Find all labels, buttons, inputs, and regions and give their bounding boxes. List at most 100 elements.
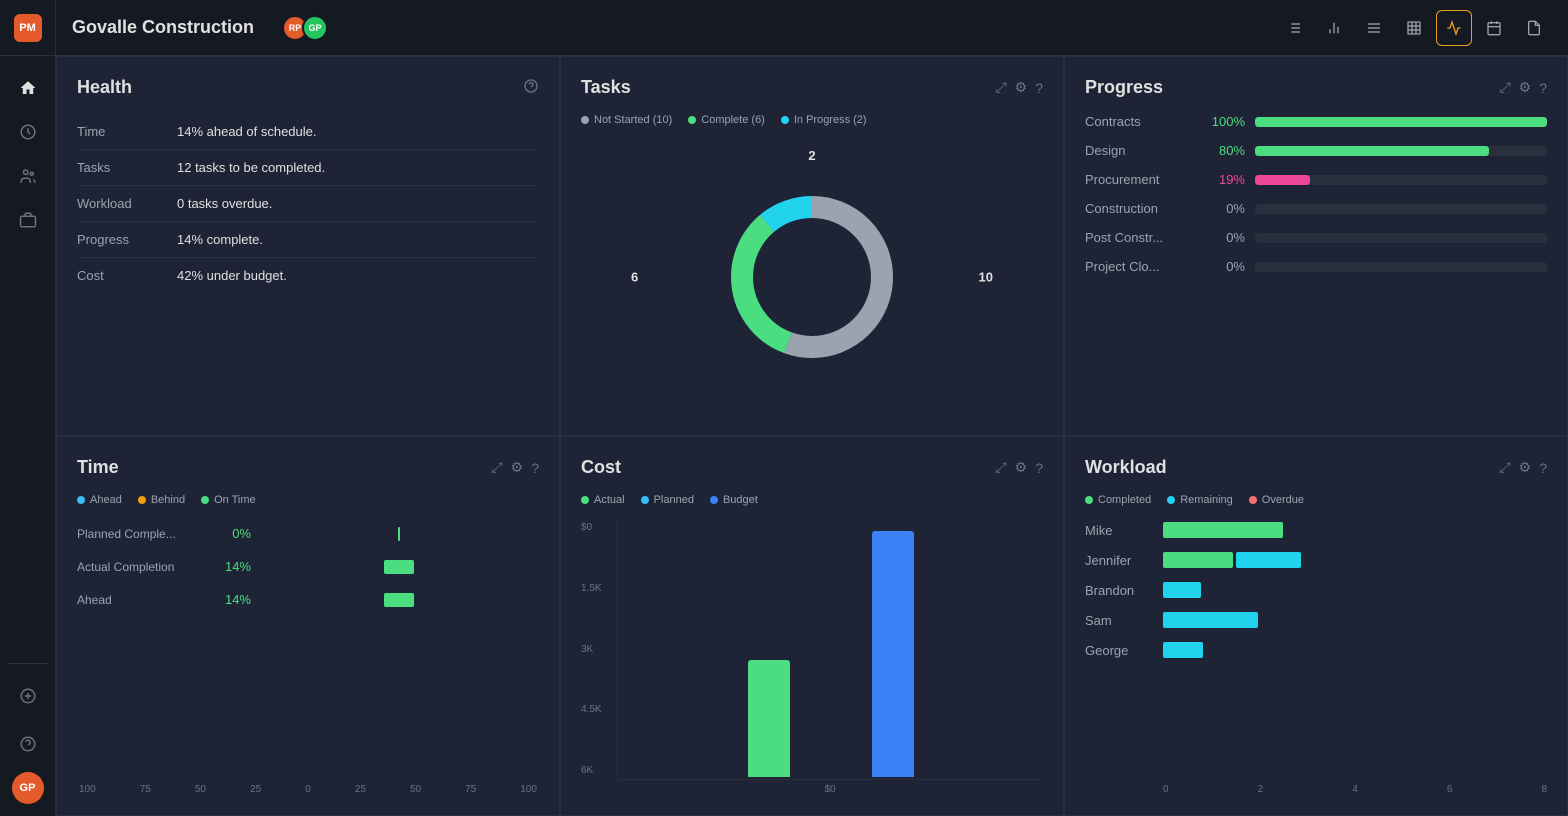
sidebar-item-clock[interactable] [8, 112, 48, 152]
toolbar-pulse-icon[interactable] [1436, 10, 1472, 46]
time-help-icon[interactable]: ? [531, 460, 539, 476]
legend-not-started-label: Not Started (10) [594, 114, 672, 126]
time-label-planned: Planned Comple... [77, 527, 207, 541]
workload-legend-remaining: Remaining [1167, 494, 1233, 506]
avatar-2[interactable]: GP [302, 15, 328, 41]
tasks-help-icon[interactable]: ? [1035, 80, 1043, 96]
cost-bar-group-planned [810, 518, 852, 777]
cost-bar-group-actual [748, 518, 790, 777]
progress-bar-construction [1255, 204, 1547, 214]
toolbar-doc-icon[interactable] [1516, 10, 1552, 46]
progress-pct-postconstruction: 0% [1205, 230, 1245, 245]
cost-legend-budget: Budget [710, 494, 758, 506]
workload-settings-icon[interactable]: ⚙ [1519, 459, 1532, 476]
sidebar-item-users[interactable] [8, 156, 48, 196]
sidebar-item-add[interactable] [8, 676, 48, 716]
time-panel-icons: ⤢ ⚙ ? [491, 459, 539, 476]
progress-rows: Contracts 100% Design 80% Procurement 19… [1085, 114, 1547, 274]
cost-settings-icon[interactable]: ⚙ [1015, 459, 1028, 476]
time-bar-planned [259, 527, 539, 541]
sidebar-navigation [8, 56, 48, 663]
health-label-time: Time [77, 124, 177, 139]
workload-x-axis: 0 2 4 6 8 [1085, 784, 1547, 795]
cost-chart-container: 6K 4.5K 3K 1.5K $0 [581, 518, 1043, 795]
health-help-icon[interactable] [523, 78, 539, 97]
toolbar-chart-icon[interactable] [1316, 10, 1352, 46]
page-title: Govalle Construction [72, 17, 254, 38]
health-value-workload: 0 tasks overdue. [177, 196, 272, 211]
time-bar-ahead [259, 593, 539, 607]
tasks-title: Tasks [581, 77, 631, 98]
progress-expand-icon[interactable]: ⤢ [1499, 79, 1510, 96]
health-value-time: 14% ahead of schedule. [177, 124, 317, 139]
health-label-workload: Workload [77, 196, 177, 211]
progress-panel-header: Progress ⤢ ⚙ ? [1085, 77, 1547, 98]
workload-row-george: George [1085, 642, 1547, 658]
health-panel-header: Health [77, 77, 539, 98]
workload-remaining-sam [1163, 612, 1258, 628]
sidebar-user-avatar[interactable]: GP [12, 772, 44, 804]
toolbar-table-icon[interactable] [1396, 10, 1432, 46]
cost-help-icon[interactable]: ? [1035, 460, 1043, 476]
workload-title: Workload [1085, 457, 1167, 478]
progress-name-procurement: Procurement [1085, 172, 1195, 187]
workload-name-mike: Mike [1085, 523, 1155, 538]
cost-y-3k: 3K [581, 644, 617, 655]
tasks-settings-icon[interactable]: ⚙ [1015, 79, 1028, 96]
progress-name-postconstruction: Post Constr... [1085, 230, 1195, 245]
health-row-time: Time 14% ahead of schedule. [77, 114, 539, 150]
progress-row-design: Design 80% [1085, 143, 1547, 158]
workload-panel: Workload ⤢ ⚙ ? Completed Remaining [1064, 436, 1568, 816]
workload-legend-remaining-label: Remaining [1180, 494, 1233, 506]
progress-name-projectclose: Project Clo... [1085, 259, 1195, 274]
time-panel-header: Time ⤢ ⚙ ? [77, 457, 539, 478]
main-content: Govalle Construction RP GP [56, 0, 1568, 816]
cost-legend-actual: Actual [581, 494, 625, 506]
time-expand-icon[interactable]: ⤢ [491, 459, 502, 476]
sidebar-item-briefcase[interactable] [8, 200, 48, 240]
time-axis-0: 0 [305, 784, 311, 795]
workload-bars-brandon [1163, 582, 1547, 598]
workload-name-jennifer: Jennifer [1085, 553, 1155, 568]
dashboard-grid: Health Time 14% ahead of schedule. Tasks… [56, 56, 1568, 816]
toolbar-menu-icon[interactable] [1356, 10, 1392, 46]
toolbar-calendar-icon[interactable] [1476, 10, 1512, 46]
progress-bar-postconstruction [1255, 233, 1547, 243]
time-axis-50l: 50 [195, 784, 206, 795]
time-settings-icon[interactable]: ⚙ [511, 459, 524, 476]
donut-label-left: 6 [631, 269, 638, 284]
workload-remaining-george [1163, 642, 1203, 658]
progress-row-contracts: Contracts 100% [1085, 114, 1547, 129]
progress-pct-construction: 0% [1205, 201, 1245, 216]
workload-remaining-brandon [1163, 582, 1201, 598]
progress-row-postconstruction: Post Constr... 0% [1085, 230, 1547, 245]
tasks-expand-icon[interactable]: ⤢ [995, 79, 1006, 96]
legend-not-started: Not Started (10) [581, 114, 672, 126]
workload-legend: Completed Remaining Overdue [1085, 494, 1547, 506]
toolbar-list-icon[interactable] [1276, 10, 1312, 46]
pm-logo-icon[interactable]: PM [14, 14, 42, 42]
progress-row-projectclose: Project Clo... 0% [1085, 259, 1547, 274]
sidebar-item-home[interactable] [8, 68, 48, 108]
health-label-progress: Progress [77, 232, 177, 247]
workload-help-icon[interactable]: ? [1539, 460, 1547, 476]
progress-bar-design [1255, 146, 1547, 156]
workload-name-brandon: Brandon [1085, 583, 1155, 598]
cost-legend-budget-label: Budget [723, 494, 758, 506]
workload-bars-george [1163, 642, 1547, 658]
workload-expand-icon[interactable]: ⤢ [1499, 459, 1510, 476]
progress-pct-design: 80% [1205, 143, 1245, 158]
workload-remaining-jennifer [1236, 552, 1301, 568]
progress-row-construction: Construction 0% [1085, 201, 1547, 216]
health-row-tasks: Tasks 12 tasks to be completed. [77, 150, 539, 186]
time-legend-ontime: On Time [201, 494, 256, 506]
cost-legend: Actual Planned Budget [581, 494, 1043, 506]
workload-panel-header: Workload ⤢ ⚙ ? [1085, 457, 1547, 478]
progress-settings-icon[interactable]: ⚙ [1519, 79, 1532, 96]
cost-x-axis: $0 [581, 780, 1043, 795]
sidebar-item-help[interactable] [8, 724, 48, 764]
workload-row-brandon: Brandon [1085, 582, 1547, 598]
progress-help-icon[interactable]: ? [1539, 80, 1547, 96]
cost-expand-icon[interactable]: ⤢ [995, 459, 1006, 476]
workload-axis-2: 2 [1258, 784, 1264, 795]
